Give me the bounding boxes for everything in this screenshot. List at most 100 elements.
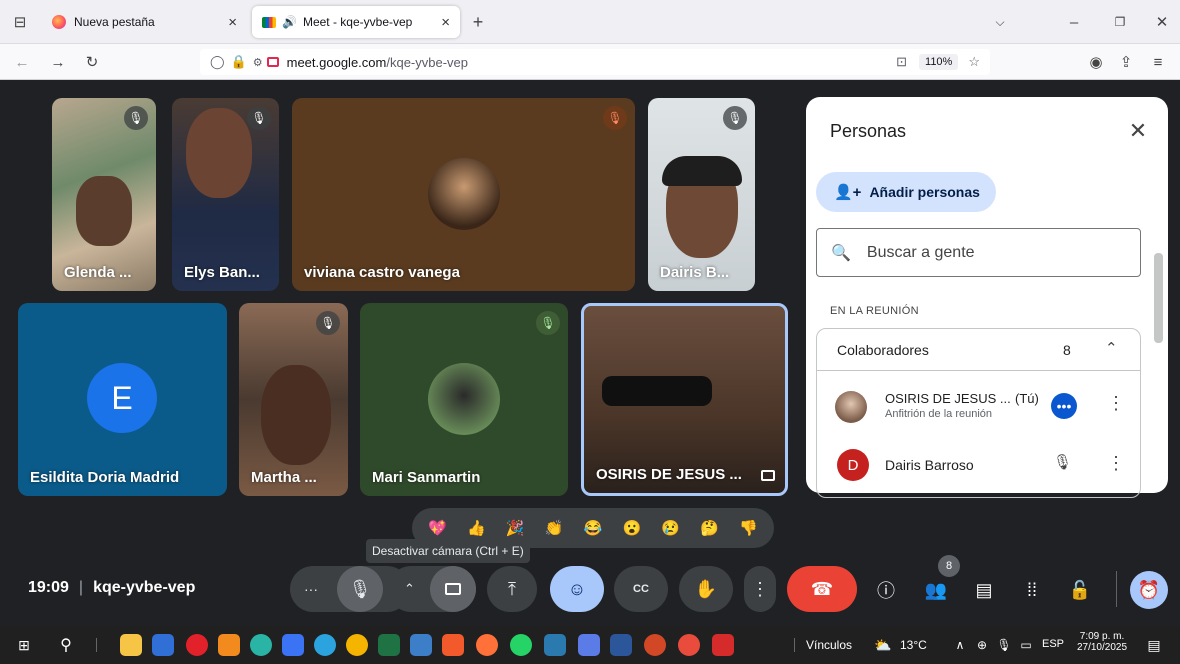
excel-icon[interactable]: [378, 634, 400, 656]
bookmark-star-icon[interactable]: ☆: [968, 54, 980, 70]
weather-icon[interactable]: ⛅: [872, 635, 894, 655]
participant-tile[interactable]: E Esildita Doria Madrid: [18, 303, 227, 496]
more-options-icon[interactable]: ⋮: [1107, 393, 1125, 414]
zoom-icon[interactable]: [282, 634, 304, 656]
lock-icon[interactable]: 🔒: [231, 54, 247, 70]
reaction-thumbs-down[interactable]: 👎: [735, 515, 761, 541]
mic-options-icon[interactable]: ···: [304, 581, 318, 597]
tab-new-tab[interactable]: Nueva pestaña ×: [42, 6, 247, 38]
account-icon[interactable]: ◉: [1086, 52, 1106, 72]
network-icon[interactable]: ⊕: [974, 635, 990, 655]
participant-tile[interactable]: 🎙 Elys Ban...: [172, 98, 279, 291]
close-window-icon[interactable]: ✕: [1152, 12, 1172, 32]
firefox-taskbar-icon[interactable]: [476, 634, 498, 656]
reaction-sad[interactable]: 😢: [658, 515, 684, 541]
display-icon[interactable]: ▭: [1018, 635, 1034, 655]
clock[interactable]: 7:09 p. m. 27/10/2025: [1074, 631, 1130, 653]
mic-off-icon[interactable]: 🎙: [1053, 453, 1072, 471]
chat-icon[interactable]: ▤: [970, 576, 998, 604]
store-icon[interactable]: [152, 634, 174, 656]
whatsapp-icon[interactable]: [510, 634, 532, 656]
participant-tile[interactable]: 🎙 Martha ...: [239, 303, 348, 496]
search-people-input[interactable]: 🔍 Buscar a gente: [816, 228, 1141, 277]
opera-icon[interactable]: [186, 634, 208, 656]
search-icon[interactable]: ⚲: [56, 635, 76, 655]
windows-start-icon[interactable]: ⊞: [14, 635, 34, 655]
word-icon[interactable]: [610, 634, 632, 656]
more-activity-icon[interactable]: •••: [1051, 393, 1077, 419]
telegram-icon[interactable]: [314, 634, 336, 656]
weather-temperature[interactable]: 13°C: [900, 638, 927, 652]
chevron-up-icon[interactable]: ⌃: [1105, 339, 1118, 357]
new-tab-button[interactable]: +: [468, 12, 488, 32]
chevron-up-icon[interactable]: ⌃: [404, 581, 415, 597]
menu-icon[interactable]: ≡: [1148, 52, 1168, 72]
speaker-icon[interactable]: 🔊: [282, 15, 297, 29]
more-options-button[interactable]: ⋮: [744, 566, 776, 612]
scrollbar-thumb[interactable]: [1154, 253, 1163, 343]
reaction-laugh[interactable]: 😂: [580, 515, 606, 541]
page-action-icon[interactable]: ⊡: [896, 54, 907, 70]
more-options-icon[interactable]: ⋮: [1107, 453, 1125, 474]
host-controls-icon[interactable]: 🔓: [1066, 576, 1094, 604]
app-icon[interactable]: [250, 634, 272, 656]
close-tab-icon[interactable]: ×: [228, 14, 237, 31]
collaborators-header[interactable]: Colaboradores 8 ⌃: [817, 329, 1140, 371]
language-indicator[interactable]: ESP: [1042, 638, 1064, 650]
reload-icon[interactable]: ↻: [82, 52, 102, 72]
url-field[interactable]: ◯ 🔒 ⚙ meet.google.com /kqe-yvbe-vep ⊡ 11…: [200, 49, 990, 75]
app-icon[interactable]: [544, 634, 566, 656]
reaction-thumbs-up[interactable]: 👍: [463, 515, 489, 541]
file-explorer-icon[interactable]: [120, 634, 142, 656]
pip-icon[interactable]: [761, 470, 775, 481]
activities-icon[interactable]: ⁞⁞: [1018, 576, 1046, 604]
participant-tile[interactable]: 🎙 Glenda ...: [52, 98, 156, 291]
app-icon[interactable]: [218, 634, 240, 656]
links-label[interactable]: Vínculos: [806, 638, 852, 652]
app-icon[interactable]: [578, 634, 600, 656]
reaction-party[interactable]: 🎉: [502, 515, 528, 541]
zoom-level[interactable]: 110%: [919, 54, 959, 70]
captions-button[interactable]: CC: [614, 566, 668, 612]
leave-call-button[interactable]: ☎: [787, 566, 857, 612]
participant-tile-self[interactable]: OSIRIS DE JESUS ...: [581, 303, 788, 496]
mcafee-icon[interactable]: [712, 634, 734, 656]
camera-permission-icon[interactable]: [266, 57, 279, 67]
reaction-thinking[interactable]: 🤔: [697, 515, 723, 541]
brave-icon[interactable]: [442, 634, 464, 656]
participant-tile[interactable]: 🎙 viviana castro vanega: [292, 98, 635, 291]
tab-list-icon[interactable]: ⊟: [10, 12, 30, 32]
close-tab-icon[interactable]: ×: [441, 14, 450, 31]
chevron-up-icon[interactable]: ∧: [952, 635, 968, 655]
permissions-icon[interactable]: ⚙: [253, 56, 263, 69]
participant-tile[interactable]: 🎙 Mari Sanmartin: [360, 303, 568, 496]
timer-icon[interactable]: ⏰: [1130, 571, 1168, 609]
notifications-icon[interactable]: ▤: [1144, 635, 1164, 655]
back-icon[interactable]: ←: [12, 52, 32, 72]
restore-icon[interactable]: ❐: [1110, 12, 1130, 32]
panel-scrollbar[interactable]: [1152, 247, 1164, 487]
add-people-button[interactable]: 👤+ Añadir personas: [816, 172, 996, 212]
close-panel-icon[interactable]: ✕: [1124, 117, 1152, 145]
reactions-button[interactable]: ☺: [550, 566, 604, 612]
shield-icon[interactable]: ◯: [210, 54, 225, 70]
reaction-surprised[interactable]: 😮: [619, 515, 645, 541]
chevron-down-icon[interactable]: ⌵: [990, 12, 1010, 32]
minimize-icon[interactable]: –: [1064, 12, 1084, 32]
people-icon[interactable]: 👥: [922, 576, 950, 604]
microphone-tray-icon[interactable]: 🎙: [996, 635, 1012, 655]
microphone-button[interactable]: 🎙: [337, 566, 383, 612]
powerpoint-icon[interactable]: [644, 634, 666, 656]
extensions-icon[interactable]: ⇪: [1116, 52, 1136, 72]
forward-icon[interactable]: →: [48, 52, 68, 72]
chrome-icon[interactable]: [346, 634, 368, 656]
raise-hand-button[interactable]: ✋: [679, 566, 733, 612]
present-button[interactable]: ⤒: [487, 566, 537, 612]
app-icon[interactable]: [410, 634, 432, 656]
participant-tile[interactable]: 🎙 Dairis B...: [648, 98, 755, 291]
tab-meet[interactable]: 🔊 Meet - kqe-yvbe-vep ×: [252, 6, 460, 38]
app-icon[interactable]: [678, 634, 700, 656]
meeting-details-icon[interactable]: ⓘ: [872, 576, 900, 604]
reaction-clap[interactable]: 👏: [541, 515, 567, 541]
reaction-heart[interactable]: 💖: [424, 515, 450, 541]
